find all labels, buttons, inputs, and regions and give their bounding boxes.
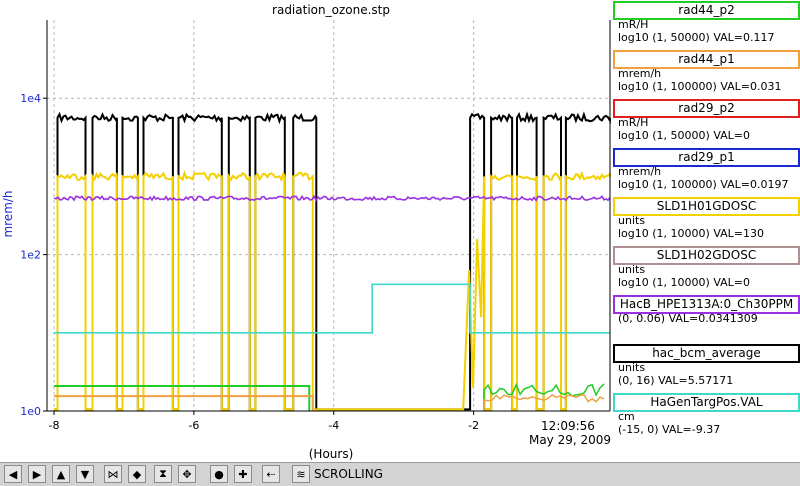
legend-item-range: log10 (1, 10000) VAL=0 — [618, 276, 751, 289]
plot-area — [47, 20, 610, 411]
legend-item-range: (0, 16) VAL=5.57171 — [618, 374, 734, 387]
legend-item-range: log10 (1, 100000) VAL=0.031 — [618, 80, 782, 93]
toolbar: ◀ ▶ ▲ ▼ ⋈ ◆ ⧗ ✥ ● ✚ ⇠ ≋ SCROLLING — [0, 462, 800, 486]
stripchart-plot[interactable]: radiation_ozone.stp 1e4 1e2 1e0 -8 -6 -4 -2 m… — [0, 0, 611, 462]
chart-title: radiation_ozone.stp — [272, 3, 390, 17]
legend-item[interactable]: rad29_p1 mrem/h log10 (1, 100000) VAL=0.01… — [611, 147, 800, 196]
legend-item-unit: units — [618, 361, 646, 374]
y-tick-label: 1e2 — [20, 249, 41, 262]
legend-item-unit: units — [618, 263, 646, 276]
back-icon[interactable]: ⇠ — [262, 465, 280, 483]
x-axis-ticks: -8 -6 -4 -2 — [49, 411, 479, 432]
legend-item-unit: mR/H — [618, 18, 649, 31]
x-tick-label: -2 — [468, 419, 479, 432]
legend-item-range: log10 (1, 10000) VAL=130 — [618, 227, 765, 240]
zoom-out-x-icon[interactable]: ◆ — [128, 465, 146, 483]
zoom-in-x-icon[interactable]: ⋈ — [104, 465, 122, 483]
y-axis-ticks: 1e4 1e2 1e0 — [20, 92, 47, 418]
legend-item-name[interactable]: HaGenTargPos.VAL — [613, 393, 800, 412]
legend-item-range: log10 (1, 50000) VAL=0.117 — [618, 31, 775, 44]
legend-panel: rad44_p2 mR/H log10 (1, 50000) VAL=0.117 ra… — [611, 0, 800, 462]
y-tick-label: 1e0 — [20, 405, 41, 418]
zoom-out-y-icon[interactable]: ✥ — [178, 465, 196, 483]
y-tick-label: 1e4 — [20, 92, 41, 105]
pan-right-icon[interactable]: ▶ — [28, 465, 46, 483]
pan-up-icon[interactable]: ▲ — [52, 465, 70, 483]
legend-item[interactable]: HacB_HPE1313A:0_Ch30PPM (0, 0.06) VAL=0.0… — [611, 294, 800, 343]
add-icon[interactable]: ✚ — [234, 465, 252, 483]
config-icon[interactable]: ≋ — [292, 465, 310, 483]
x-axis-label: (Hours) — [309, 447, 354, 461]
autoscale-icon[interactable]: ● — [210, 465, 228, 483]
legend-item-range: (-15, 0) VAL=-9.37 — [618, 423, 721, 436]
legend-item[interactable]: rad44_p2 mR/H log10 (1, 50000) VAL=0.117 — [611, 0, 800, 49]
legend-item-range: log10 (1, 100000) VAL=0.0197 — [618, 178, 789, 191]
legend-item-unit: mrem/h — [618, 165, 662, 178]
y-axis-label: mrem/h — [1, 190, 15, 237]
legend-item[interactable]: SLD1H02GDOSC units log10 (1, 10000) VAL=0 — [611, 245, 800, 294]
zoom-in-y-icon[interactable]: ⧗ — [154, 465, 172, 483]
x-tick-label: -6 — [188, 419, 199, 432]
legend-item-unit: cm — [618, 410, 635, 423]
legend-item-unit: units — [618, 214, 646, 227]
pan-left-icon[interactable]: ◀ — [4, 465, 22, 483]
legend-item-unit: mR/H — [618, 116, 649, 129]
time-label: 12:09:56 — [541, 419, 595, 433]
status-label: SCROLLING — [314, 467, 383, 481]
legend-item[interactable]: SLD1H01GDOSC units log10 (1, 10000) VAL=13… — [611, 196, 800, 245]
legend-item[interactable]: rad44_p1 mrem/h log10 (1, 100000) VAL=0.03… — [611, 49, 800, 98]
legend-item-range: (0, 0.06) VAL=0.0341309 — [618, 312, 758, 325]
legend-item-unit: mrem/h — [618, 67, 662, 80]
date-label: May 29, 2009 — [529, 433, 611, 447]
x-tick-label: -8 — [49, 419, 60, 432]
pan-down-icon[interactable]: ▼ — [76, 465, 94, 483]
legend-item[interactable]: hac_bcm_average units (0, 16) VAL=5.57171 — [611, 343, 800, 392]
x-tick-label: -4 — [328, 419, 339, 432]
legend-item[interactable]: rad29_p2 mR/H log10 (1, 50000) VAL=0 — [611, 98, 800, 147]
legend-item[interactable]: HaGenTargPos.VAL cm (-15, 0) VAL=-9.37 — [611, 392, 800, 441]
legend-item-range: log10 (1, 50000) VAL=0 — [618, 129, 751, 142]
